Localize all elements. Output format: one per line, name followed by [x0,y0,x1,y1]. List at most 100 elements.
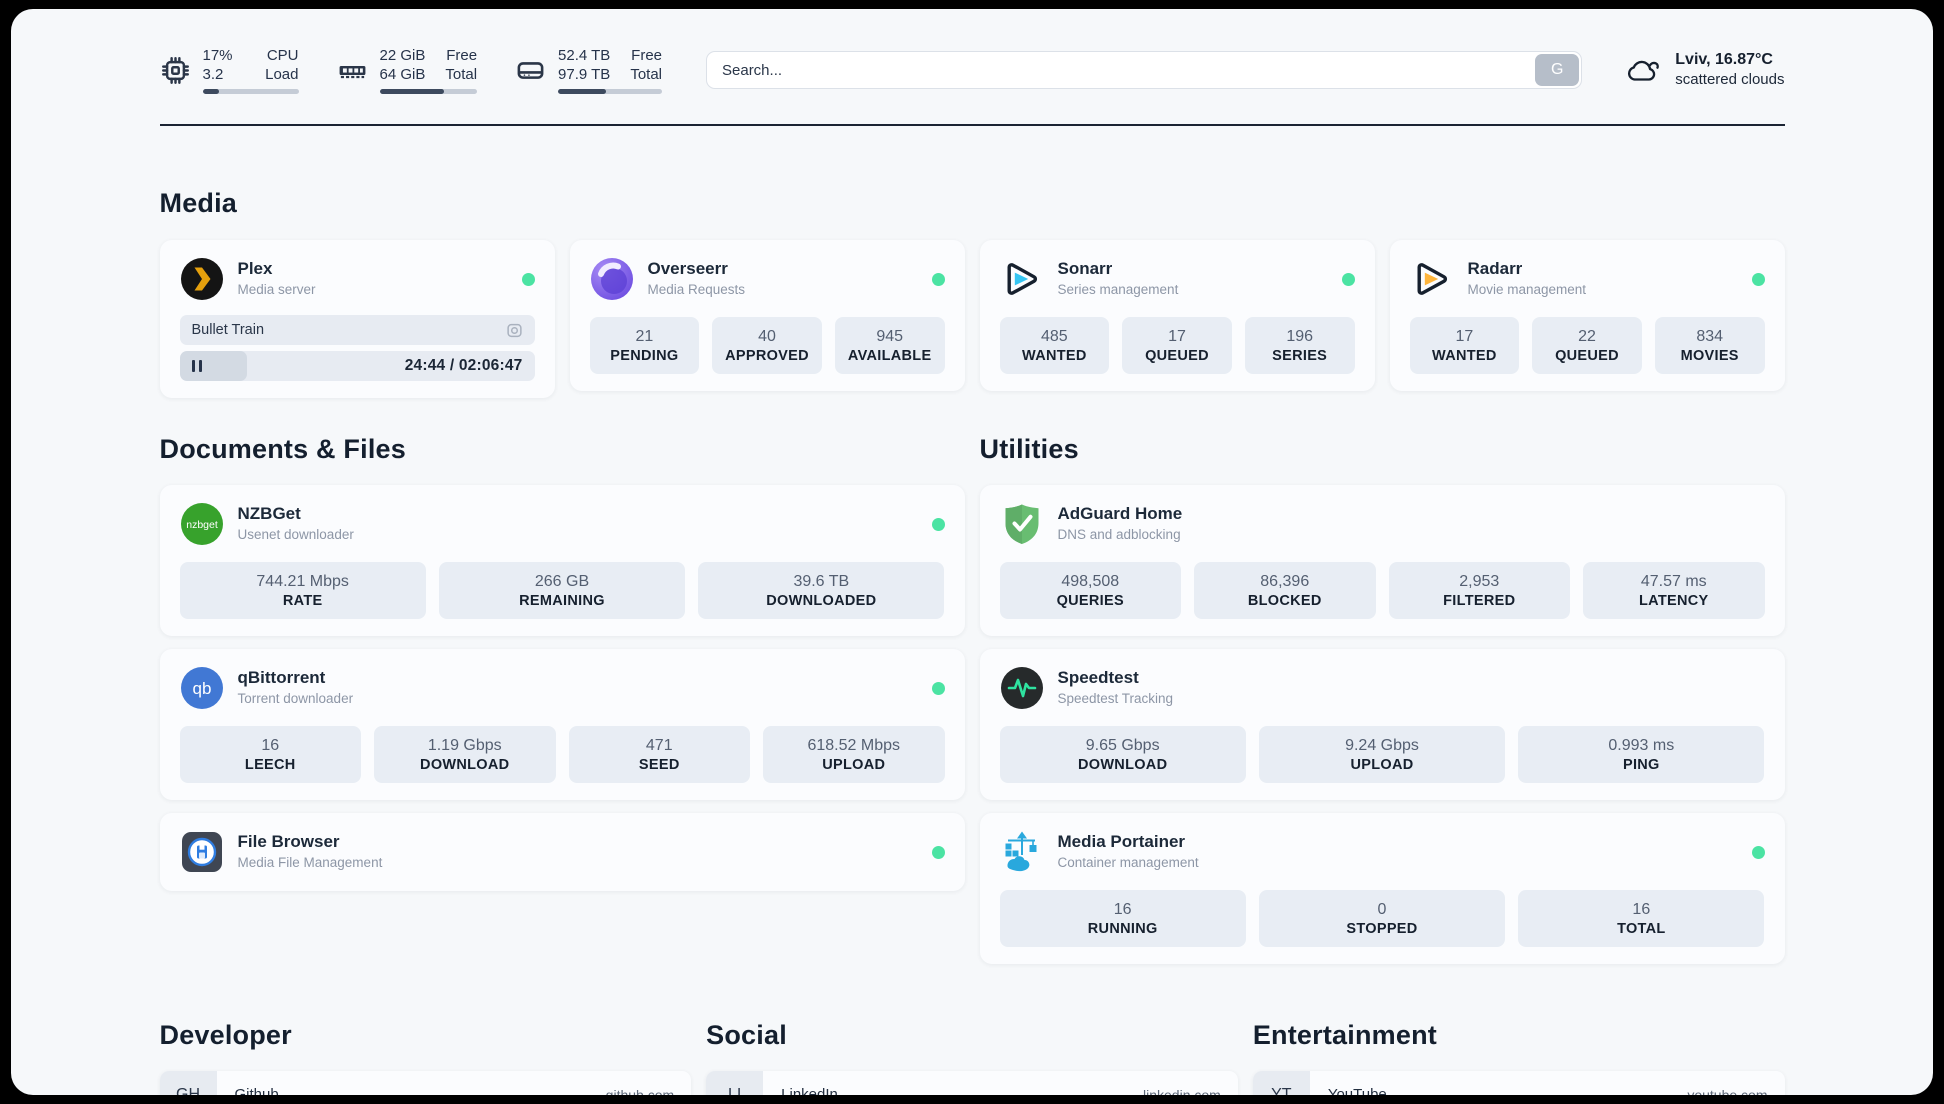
status-dot [931,681,945,695]
weather-condition: scattered clouds [1675,71,1785,88]
stat-download: 9.65 Gbps DOWNLOAD [999,726,1246,783]
disk-stat: 52.4 TB Free 97.9 TB Total [515,46,662,94]
ram-total-value: 64 GiB [379,66,426,83]
app-name: Media Portainer [1057,832,1186,851]
stat-blocked: 86,396 BLOCKED [1194,562,1376,619]
app-card-portainer[interactable]: Media Portainer Container management 16 R… [979,813,1785,964]
search-go-button[interactable]: G [1535,54,1580,86]
weather-widget: Lviv, 16.87°C scattered clouds [1624,50,1785,90]
disk-total-value: 97.9 TB [558,66,611,83]
section-title-developer: Developer [159,1020,292,1050]
search-input[interactable] [706,51,1583,89]
ram-stat: 22 GiB Free 64 GiB Total [337,46,478,94]
app-subtitle: Movie management [1467,282,1587,297]
app-subtitle: Torrent downloader [237,691,354,706]
radarr-icon [1410,257,1454,301]
section-title-social: Social [706,1020,787,1050]
stat-queued: 17 QUEUED [1122,317,1232,374]
svg-text:qb: qb [192,679,211,698]
qbittorrent-icon: qb [180,666,224,710]
stat-leech: 16 LEECH [179,726,361,783]
cpu-progress-bar [202,89,299,94]
app-name: NZBGet [237,504,301,523]
status-dot [1751,845,1765,859]
app-card-adguard[interactable]: AdGuard Home DNS and adblocking 498,508 Q… [979,485,1785,636]
disk-total-label: Total [630,66,662,83]
system-stats: 17% CPU 3.2 Load 22 GiB Free 64 GiB Total [160,46,662,94]
status-dot [931,272,945,286]
cloud-icon [1628,60,1660,81]
link-linkedin[interactable]: LI LinkedIn linkedin.com [706,1071,1238,1095]
app-subtitle: Media File Management [237,855,383,870]
svg-text:nzbget: nzbget [186,519,218,531]
app-card-nzbget[interactable]: nzbget NZBGet Usenet downloader 744.21 M… [159,485,965,636]
cpu-label: CPU [266,47,299,64]
stat-wanted: 17 WANTED [1409,317,1520,374]
stat-pending: 21 PENDING [589,317,700,374]
stat-remaining: 266 GB REMAINING [438,562,686,619]
app-name: qBittorrent [237,668,326,687]
stat-stopped: 0 STOPPED [1258,890,1506,947]
link-youtube[interactable]: YT YouTube youtube.com [1252,1071,1785,1095]
app-name: File Browser [237,832,340,851]
section-developer: Developer GH Github github.com SO StackO… [159,1020,692,1095]
stat-filtered: 2,953 FILTERED [1388,562,1570,619]
stat-total: 16 TOTAL [1518,890,1765,947]
section-social: Social LI LinkedIn linkedin.com TW Twitt… [706,1020,1238,1095]
app-card-plex[interactable]: Plex Media server Bullet Train 24:44 / 0… [159,240,555,398]
app-subtitle: Container management [1057,855,1199,870]
app-card-sonarr[interactable]: Sonarr Series management 485 WANTED 17 QUE… [979,240,1375,391]
youtube-initials-icon: YT [1252,1071,1310,1095]
status-dot [1341,272,1355,286]
cpu-stat: 17% CPU 3.2 Load [160,46,299,94]
header: 17% CPU 3.2 Load 22 GiB Free 64 GiB Total [160,39,1785,101]
portainer-icon [1000,830,1044,874]
ram-free-label: Free [446,47,478,64]
stat-seed: 471 SEED [568,726,750,783]
disk-progress-bar [558,89,662,94]
ram-free-value: 22 GiB [379,47,426,64]
status-dot [1751,272,1765,286]
app-subtitle: DNS and adblocking [1057,527,1181,542]
status-dot [931,517,945,531]
app-name: Speedtest [1057,668,1139,687]
section-title-media: Media [159,188,238,218]
linkedin-initials-icon: LI [706,1071,764,1095]
now-playing-title: Bullet Train [191,322,265,338]
disk-icon [517,61,544,79]
app-card-filebrowser[interactable]: File Browser Media File Management [159,813,965,891]
speedtest-icon [1000,666,1044,710]
pause-icon[interactable] [191,360,202,372]
ram-icon [339,65,365,78]
dashboard-panel: 17% CPU 3.2 Load 22 GiB Free 64 GiB Total [11,9,1933,1095]
app-name: Overseerr [647,259,728,278]
stat-series: 196 SERIES [1244,317,1355,374]
app-name: Plex [237,259,273,278]
disk-free-label: Free [631,47,662,64]
stat-queries: 498,508 QUERIES [999,562,1181,619]
app-subtitle: Usenet downloader [237,527,354,542]
app-subtitle: Media server [237,282,316,297]
stat-available: 945 AVAILABLE [834,317,945,374]
stat-latency: 47.57 ms LATENCY [1583,562,1765,619]
plex-icon [180,257,224,301]
app-card-overseerr[interactable]: Overseerr Media Requests 21 PENDING 40 APP… [569,240,965,391]
stat-rate: 744.21 Mbps RATE [179,562,426,619]
app-card-speedtest[interactable]: Speedtest Speedtest Tracking 9.65 Gbps DO… [979,649,1785,800]
stat-upload: 9.24 Gbps UPLOAD [1258,726,1506,783]
cpu-load-value: 3.2 [202,66,224,83]
link-github[interactable]: GH Github github.com [159,1071,692,1095]
now-playing-row: Bullet Train [179,315,535,345]
status-dot [931,845,945,859]
app-card-radarr[interactable]: Radarr Movie management 17 WANTED 22 QUEUE… [1389,240,1785,391]
playback-progress-bar[interactable]: 24:44 / 02:06:47 [179,351,535,381]
app-subtitle: Media Requests [647,282,746,297]
github-initials-icon: GH [159,1071,217,1095]
app-card-qbittorrent[interactable]: qb qBittorrent Torrent downloader 16 LEEC… [159,649,965,800]
overseerr-icon [590,257,634,301]
ram-progress-bar [379,89,478,94]
camera-icon [506,323,522,337]
cpu-load-label: Load [265,66,299,83]
section-entertainment: Entertainment YT YouTube youtube.com NF … [1252,1020,1785,1095]
app-name: Radarr [1467,259,1523,278]
